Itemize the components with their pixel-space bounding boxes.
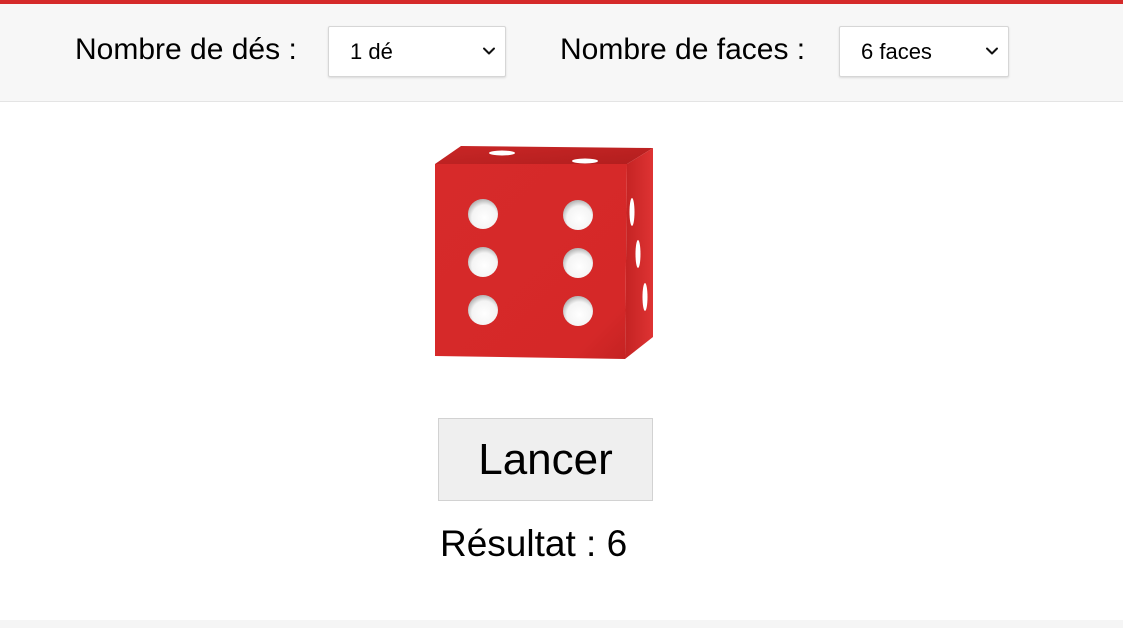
- faces-count-select[interactable]: 6 faces: [839, 26, 1009, 77]
- die-pip: [489, 150, 515, 156]
- die-pip: [563, 200, 593, 230]
- dice-count-value: 1 dé: [350, 39, 393, 64]
- die-pip: [468, 247, 498, 277]
- dice-count-label: Nombre de dés :: [75, 33, 297, 66]
- die-pip: [468, 295, 498, 325]
- result-text: Résultat : 6: [440, 523, 628, 564]
- settings-toolbar: Nombre de dés : 1 dé Nombre de faces : 6…: [0, 4, 1123, 102]
- faces-count-label: Nombre de faces :: [560, 33, 806, 66]
- die-pip: [635, 240, 641, 268]
- die-pip: [468, 199, 498, 229]
- die-graphic: [435, 146, 653, 359]
- die-pip: [572, 158, 598, 164]
- footer-band: [0, 620, 1123, 628]
- die-pip: [629, 198, 635, 226]
- dice-count-select[interactable]: 1 dé: [328, 26, 506, 77]
- die-pip: [563, 248, 593, 278]
- die-pip: [642, 283, 648, 311]
- die-front-face: [435, 164, 627, 359]
- faces-count-value: 6 faces: [861, 39, 932, 64]
- chevron-down-icon: [483, 47, 495, 55]
- chevron-down-icon: [986, 47, 998, 55]
- die-pip: [563, 296, 593, 326]
- die-top-face: [435, 146, 653, 164]
- die: [430, 142, 660, 364]
- roll-button[interactable]: Lancer: [438, 418, 653, 501]
